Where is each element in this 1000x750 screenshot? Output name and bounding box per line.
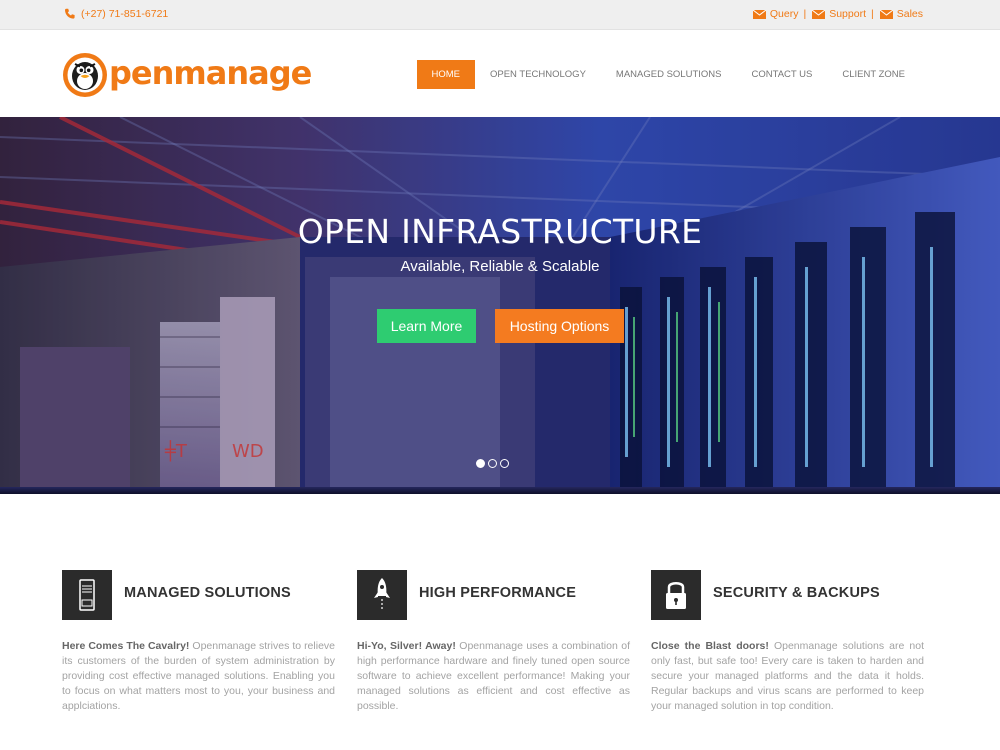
query-link-label: Query	[769, 8, 799, 20]
nav-contact-us[interactable]: CONTACT US	[736, 60, 827, 89]
query-link[interactable]: Query	[752, 8, 799, 20]
main-nav: HOME OPEN TECHNOLOGY MANAGED SOLUTIONS C…	[416, 60, 921, 89]
mail-icon	[752, 9, 766, 19]
separator: |	[871, 8, 874, 20]
rocket-icon	[374, 578, 390, 611]
slider-dot-3[interactable]	[500, 459, 509, 468]
hosting-options-button[interactable]: Hosting Options	[495, 309, 624, 343]
padlock-icon	[666, 582, 686, 609]
feature-icon-box	[651, 570, 701, 620]
feature-lead: Hi-Yo, Silver! Away!	[357, 640, 456, 652]
penguin-logo-icon	[63, 53, 107, 97]
feature-title: MANAGED SOLUTIONS	[124, 585, 291, 601]
feature-text: Close the Blast doors! Openmanage soluti…	[651, 639, 924, 714]
phone-icon	[65, 8, 75, 19]
feature-text: Hi-Yo, Silver! Away! Openmanage uses a c…	[357, 639, 630, 714]
brand-name: penmanage	[109, 54, 312, 92]
feature-icon-box	[62, 570, 112, 620]
server-icon	[79, 579, 95, 611]
top-bar: (+27) 71-851-6721 Query | Support | Sale…	[0, 0, 1000, 30]
site-logo[interactable]: penmanage	[62, 52, 312, 98]
support-link[interactable]: Support	[812, 8, 866, 20]
feature-title: SECURITY & BACKUPS	[713, 585, 880, 601]
nav-client-zone[interactable]: CLIENT ZONE	[827, 60, 920, 89]
phone-contact[interactable]: (+27) 71-851-6721	[64, 8, 168, 20]
feature-icon-box	[357, 570, 407, 620]
feature-title: HIGH PERFORMANCE	[419, 585, 577, 601]
nav-home[interactable]: HOME	[416, 60, 475, 89]
sales-link[interactable]: Sales	[879, 8, 923, 20]
nav-managed-solutions[interactable]: MANAGED SOLUTIONS	[601, 60, 737, 89]
slider-dot-1[interactable]	[476, 459, 485, 468]
feature-text: Here Comes The Cavalry! Openmanage striv…	[62, 639, 335, 714]
hero-subtitle: Available, Reliable & Scalable	[400, 258, 600, 275]
learn-more-button[interactable]: Learn More	[377, 309, 476, 343]
phone-number: (+27) 71-851-6721	[81, 8, 169, 20]
hero-slider: ╪T WD OPEN INFRASTRUCTURE Available, Rel…	[0, 117, 1000, 494]
mail-icon	[879, 9, 893, 19]
datacenter-background-image: ╪T WD	[0, 117, 1000, 494]
slider-dot-2[interactable]	[488, 459, 497, 468]
site-header: penmanage HOME OPEN TECHNOLOGY MANAGED S…	[0, 30, 1000, 117]
slider-pagination	[476, 459, 509, 468]
nav-open-technology[interactable]: OPEN TECHNOLOGY	[475, 60, 601, 89]
topbar-links: Query | Support | Sales	[752, 8, 923, 20]
feature-lead: Here Comes The Cavalry!	[62, 640, 190, 652]
separator: |	[803, 8, 807, 20]
hero-title: OPEN INFRASTRUCTURE	[297, 212, 703, 251]
mail-icon	[812, 9, 826, 19]
support-link-label: Support	[829, 8, 866, 20]
sales-link-label: Sales	[896, 8, 923, 20]
feature-lead: Close the Blast doors!	[651, 640, 769, 652]
